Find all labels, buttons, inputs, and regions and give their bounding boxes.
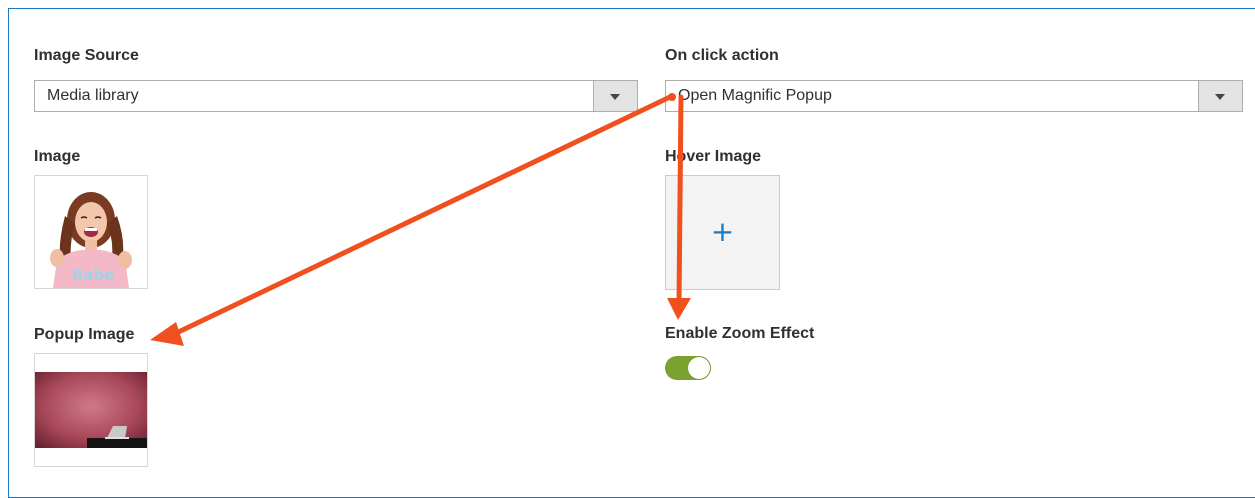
image-source-label: Image Source	[34, 47, 139, 64]
stage-photo-icon	[35, 354, 147, 466]
image-source-value: Media library	[47, 87, 139, 104]
woman-photo-icon: Babe	[35, 176, 147, 288]
svg-text:Babe: Babe	[72, 266, 114, 284]
toggle-knob	[688, 357, 710, 379]
zoom-effect-label: Enable Zoom Effect	[665, 325, 815, 342]
hover-image-upload-button[interactable]: +	[665, 175, 780, 290]
image-source-select[interactable]: Media library	[34, 80, 638, 112]
on-click-action-dropdown-button[interactable]	[1198, 81, 1242, 111]
chevron-down-icon	[1215, 94, 1225, 100]
zoom-effect-toggle[interactable]	[665, 356, 711, 380]
plus-icon: +	[710, 215, 735, 248]
hover-image-label: Hover Image	[665, 148, 762, 165]
popup-image-thumbnail[interactable]	[34, 353, 148, 467]
image-thumbnail[interactable]: Babe	[34, 175, 148, 289]
on-click-action-value: Open Magnific Popup	[678, 87, 832, 104]
on-click-action-label: On click action	[665, 47, 779, 64]
on-click-action-select[interactable]: Open Magnific Popup	[665, 80, 1243, 112]
popup-image-label: Popup Image	[34, 326, 135, 343]
chevron-down-icon	[610, 94, 620, 100]
image-label: Image	[34, 148, 81, 165]
image-source-dropdown-button[interactable]	[593, 81, 637, 111]
